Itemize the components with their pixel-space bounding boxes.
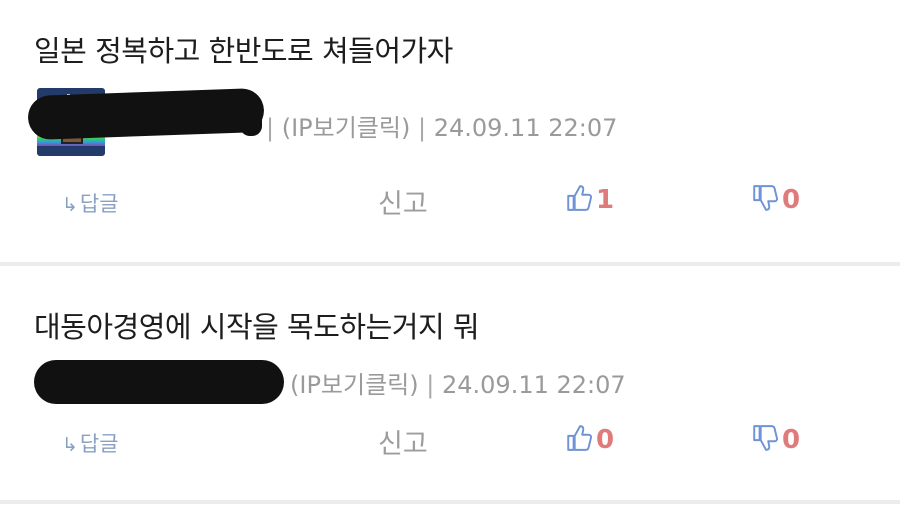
downvote-count: 0 bbox=[782, 425, 801, 455]
reply-label: 답글 bbox=[79, 432, 119, 456]
downvote-count: 0 bbox=[782, 185, 801, 215]
comment-item: 대동아경영에 시작을 목도하는거지 뭐 (IP보기클릭) | 24.09.11 … bbox=[0, 268, 900, 500]
thumbs-down-icon bbox=[753, 185, 779, 211]
reply-arrow-icon: ↳ bbox=[62, 194, 78, 216]
report-button[interactable]: 신고 bbox=[378, 182, 428, 221]
reply-button[interactable]: ↳답글 bbox=[62, 428, 119, 458]
upvote-count: 1 bbox=[596, 185, 615, 215]
comment-timestamp: 24.09.11 22:07 bbox=[441, 371, 626, 399]
downvote-button[interactable]: 0 bbox=[752, 184, 800, 215]
redacted-username bbox=[27, 87, 265, 141]
downvote-button[interactable]: 0 bbox=[752, 424, 800, 455]
redacted-username bbox=[240, 102, 262, 136]
thumbs-down-icon bbox=[753, 425, 779, 451]
meta-separator: | bbox=[426, 371, 435, 399]
report-button[interactable]: 신고 bbox=[378, 422, 428, 461]
ip-view-link[interactable]: (IP보기클릭) bbox=[290, 371, 419, 399]
comment-text: 일본 정복하고 한반도로 쳐들어가자 bbox=[34, 34, 453, 68]
meta-separator: | bbox=[417, 114, 427, 142]
comment-text: 대동아경영에 시작을 목도하는거지 뭐 bbox=[34, 310, 480, 344]
meta-separator: | bbox=[266, 114, 275, 142]
upvote-button[interactable]: 1 bbox=[566, 184, 614, 215]
comment-meta: | (IP보기클릭) | 24.09.11 22:07 bbox=[266, 108, 617, 143]
reply-label: 답글 bbox=[79, 192, 119, 216]
upvote-button[interactable]: 0 bbox=[566, 424, 614, 455]
thumbs-up-icon bbox=[567, 185, 593, 211]
comment-timestamp: 24.09.11 22:07 bbox=[433, 114, 618, 142]
upvote-count: 0 bbox=[596, 425, 615, 455]
reply-button[interactable]: ↳답글 bbox=[62, 188, 119, 218]
comment-divider bbox=[0, 500, 900, 504]
ip-view-link[interactable]: (IP보기클릭) bbox=[282, 114, 411, 142]
reply-arrow-icon: ↳ bbox=[62, 434, 78, 456]
comment-meta: (IP보기클릭) | 24.09.11 22:07 bbox=[290, 365, 626, 400]
comment-divider bbox=[0, 262, 900, 266]
thumbs-up-icon bbox=[567, 425, 593, 451]
redacted-username bbox=[34, 360, 284, 404]
comment-actions: ↳답글 신고 0 0 bbox=[0, 422, 900, 462]
comment-item: 일본 정복하고 한반도로 쳐들어가자 | (IP보기클릭) | 24.09.11… bbox=[0, 0, 900, 262]
comment-actions: ↳답글 신고 1 0 bbox=[0, 182, 900, 222]
